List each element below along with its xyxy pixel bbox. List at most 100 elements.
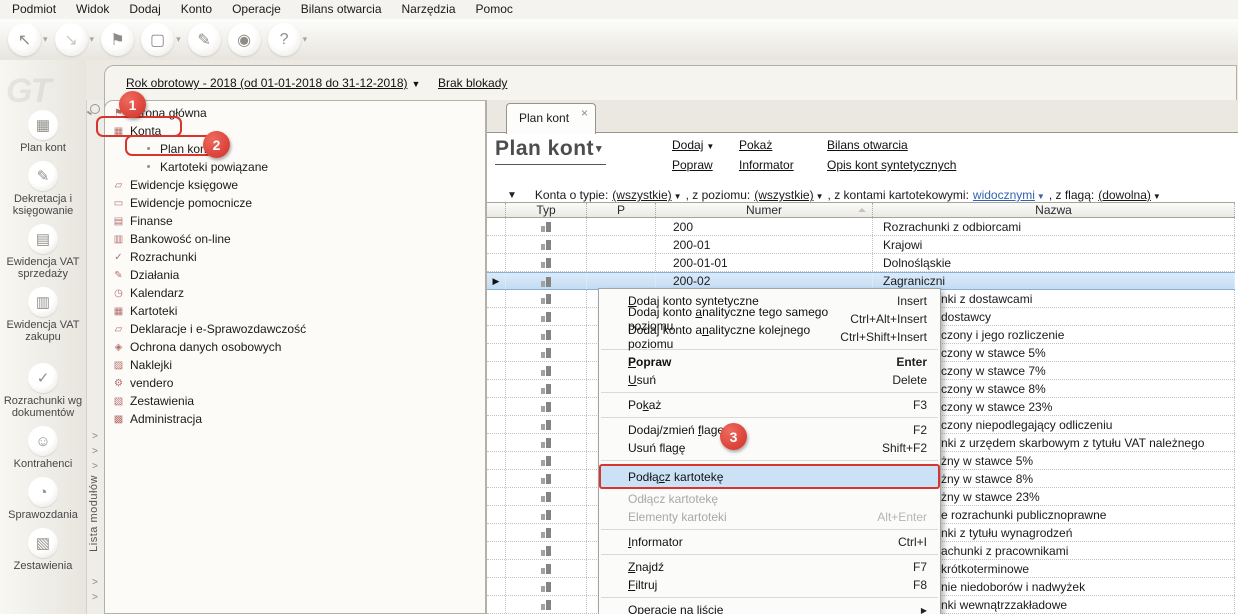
sidebar-module-zestawienia[interactable]: ▧Zestawienia	[1, 528, 85, 572]
chevron-down-icon[interactable]: ▾	[303, 34, 308, 45]
tree-item-deklaracje-i-e-sprawozdawczość[interactable]: ▱Deklaracje i e-Sprawozdawczość	[105, 320, 485, 338]
menu-dodaj[interactable]: Dodaj	[119, 0, 170, 19]
tree-item-rozrachunki[interactable]: ✓Rozrachunki	[105, 248, 485, 266]
sidebar-module-ewidencja-vat-zakupu[interactable]: ▥Ewidencja VAT zakupu	[1, 287, 85, 343]
chevron-down-icon[interactable]: ▾	[43, 34, 48, 45]
column-header-selector[interactable]	[487, 203, 506, 217]
link-popraw[interactable]: Popraw	[672, 158, 714, 172]
tree-item-ewidencje-pomocnicze[interactable]: ▭Ewidencje pomocnicze	[105, 194, 485, 212]
tree-item-plan-kont[interactable]: •Plan kont	[105, 140, 485, 158]
link-opis-kont-syntetycznych[interactable]: Opis kont syntetycznych	[827, 158, 956, 172]
menu-podmiot[interactable]: Podmiot	[2, 0, 66, 19]
tree-item-label: Deklaracje i e-Sprawozdawczość	[130, 322, 306, 336]
column-header-nazwa[interactable]: Nazwa	[873, 203, 1235, 217]
typ-cell	[506, 362, 587, 379]
tree-item-ewidencje-księgowe[interactable]: ▱Ewidencje księgowe	[105, 176, 485, 194]
menu-konto[interactable]: Konto	[171, 0, 222, 19]
sidebar-module-rozrachunki-wg-dokumentów[interactable]: ✓Rozrachunki wg dokumentów	[1, 363, 85, 419]
link-informator[interactable]: Informator	[739, 158, 794, 172]
link-bilans-otwarcia[interactable]: Bilans otwarcia	[827, 138, 956, 152]
context-menu-item-usuń[interactable]: UsuńDelete	[599, 371, 940, 389]
statements-icon: ▧	[28, 528, 58, 558]
tree-item-vendero[interactable]: ⚙vendero	[105, 374, 485, 392]
tab-plan-kont[interactable]: Plan kont ×	[506, 103, 596, 134]
account-type-icon	[541, 527, 551, 538]
menu-item-label: Usuń flagę	[628, 441, 882, 455]
chevron-right-icon: >	[92, 578, 98, 588]
tree-item-konta[interactable]: ▦Konta	[105, 122, 485, 140]
context-menu-item-filtruj[interactable]: FiltrujF8	[599, 576, 940, 594]
filter-dropdown-wszystkie[interactable]: (wszystkie)▼	[754, 188, 823, 202]
link-dodaj[interactable]: Dodaj▼	[672, 138, 714, 152]
toolbar-button-cursor-arrow[interactable]: ↖▾	[8, 23, 48, 56]
menu-pomoc[interactable]: Pomoc	[466, 0, 523, 19]
menu-narzędzia[interactable]: Narzędzia	[392, 0, 466, 19]
context-menu-item-podłącz-kartotekę[interactable]: Podłącz kartotekę	[599, 464, 940, 489]
close-icon[interactable]: ×	[581, 107, 588, 119]
lock-status-link[interactable]: Brak blokady	[438, 76, 507, 90]
toolbar-button-new-document[interactable]: ▢▾	[141, 23, 181, 56]
filter-dropdown-widocznymi[interactable]: widocznymi▼	[973, 188, 1045, 202]
context-menu-item-znajdź[interactable]: ZnajdźF7	[599, 558, 940, 576]
filter-bar: ▼ Konta o typie:(wszystkie)▼, z poziomu:…	[507, 188, 1165, 202]
column-header-typ[interactable]: Typ	[506, 203, 587, 217]
context-menu-item-dodaj-zmień-flagę[interactable]: Dodaj/zmień flagęF2	[599, 421, 940, 439]
filter-segments: Konta o typie:(wszystkie)▼, z poziomu:(w…	[535, 188, 1165, 202]
context-menu-item-dodaj-konto-analityczne-kolejnego-poziomu[interactable]: Dodaj konto analityczne kolejnego poziom…	[599, 328, 940, 346]
tree-item-naklejki[interactable]: ▨Naklejki	[105, 356, 485, 374]
flag-icon: ⚑	[101, 23, 134, 56]
tree-item-finanse[interactable]: ▤Finanse	[105, 212, 485, 230]
context-menu-item-informator[interactable]: InformatorCtrl+I	[599, 533, 940, 551]
new-document-icon: ▢	[141, 23, 174, 56]
context-menu-item-odłącz-kartotekę: Odłącz kartotekę	[599, 490, 940, 508]
help-icon: ?	[268, 23, 301, 56]
tree-item-strona-główna[interactable]: ⚑Strona główna	[105, 104, 485, 122]
column-header-numer[interactable]: Numer	[656, 203, 873, 217]
account-type-icon	[541, 599, 551, 610]
fiscal-year-link[interactable]: Rok obrotowy - 2018 (od 01-01-2018 do 31…	[126, 76, 420, 90]
modules-strip[interactable]: > > > Lista modułów > >	[86, 100, 104, 614]
chevron-down-icon[interactable]: ▾	[176, 34, 181, 45]
chevron-down-icon[interactable]: ▾	[90, 34, 95, 45]
page-title[interactable]: Plan kont▾	[495, 137, 606, 165]
filter-dropdown-dowolna[interactable]: (dowolna)▼	[1098, 188, 1161, 202]
filter-dropdown-wszystkie[interactable]: (wszystkie)▼	[612, 188, 681, 202]
table-row[interactable]: 200-01-01Dolnośląskie	[487, 254, 1235, 272]
sidebar-module-kontrahenci[interactable]: ☺Kontrahenci	[1, 426, 85, 470]
context-menu-item-usuń-flagę[interactable]: Usuń flagęShift+F2	[599, 439, 940, 457]
chevron-down-icon: ▼	[816, 192, 824, 201]
tree-item-zestawienia[interactable]: ▧Zestawienia	[105, 392, 485, 410]
reports-icon: ◔	[28, 477, 58, 507]
sidebar-module-plan-kont[interactable]: ▦Plan kont	[1, 110, 85, 154]
menu-operacje[interactable]: Operacje	[222, 0, 291, 19]
toolbar-button-flag[interactable]: ⚑	[101, 23, 134, 56]
module-label: Kontrahenci	[14, 458, 73, 470]
sidebar-module-sprawozdania[interactable]: ◔Sprawozdania	[1, 477, 85, 521]
table-row[interactable]: 200-01Krajowi	[487, 236, 1235, 254]
tree-item-działania[interactable]: ✎Działania	[105, 266, 485, 284]
tree-item-kartoteki-powiązane[interactable]: •Kartoteki powiązane	[105, 158, 485, 176]
toolbar-button-help[interactable]: ?▾	[268, 23, 308, 56]
sidebar-module-dekretacja-i-księgowanie[interactable]: ✎Dekretacja i księgowanie	[1, 161, 85, 217]
tree-item-kalendarz[interactable]: ◷Kalendarz	[105, 284, 485, 302]
context-menu-item-popraw[interactable]: PoprawEnter	[599, 353, 940, 371]
tree-item-bankowość-on-line[interactable]: ▥Bankowość on-line	[105, 230, 485, 248]
settlements-icon: ✓	[28, 363, 58, 393]
menu-bilans-otwarcia[interactable]: Bilans otwarcia	[291, 0, 392, 19]
filter-dropdown-icon[interactable]: ▼	[507, 190, 517, 201]
context-menu-item-pokaż[interactable]: PokażF3	[599, 396, 940, 414]
context-menu-item-operacje-na-liście[interactable]: Operacje na liście▶	[599, 601, 940, 614]
context-menu: Dodaj konto syntetyczneInsertDodaj konto…	[598, 288, 941, 614]
sidebar-module-ewidencja-vat-sprzedaży[interactable]: ▤Ewidencja VAT sprzedaży	[1, 224, 85, 280]
column-header-p[interactable]: P	[587, 203, 656, 217]
toolbar-button-stamp[interactable]: ◉	[228, 23, 261, 56]
menu-widok[interactable]: Widok	[66, 0, 119, 19]
toolbar-button-edit-document[interactable]: ✎	[188, 23, 221, 56]
link-pokaż[interactable]: Pokaż	[739, 138, 794, 152]
tree-item-administracja[interactable]: ▩Administracja	[105, 410, 485, 428]
tree-item-ochrona-danych-osobowych[interactable]: ◈Ochrona danych osobowych	[105, 338, 485, 356]
table-row[interactable]: 200Rozrachunki z odbiorcami	[487, 218, 1235, 236]
typ-cell	[506, 344, 587, 361]
toolbar-button-forward-arrow: ↘▾	[55, 23, 95, 56]
tree-item-kartoteki[interactable]: ▦Kartoteki	[105, 302, 485, 320]
